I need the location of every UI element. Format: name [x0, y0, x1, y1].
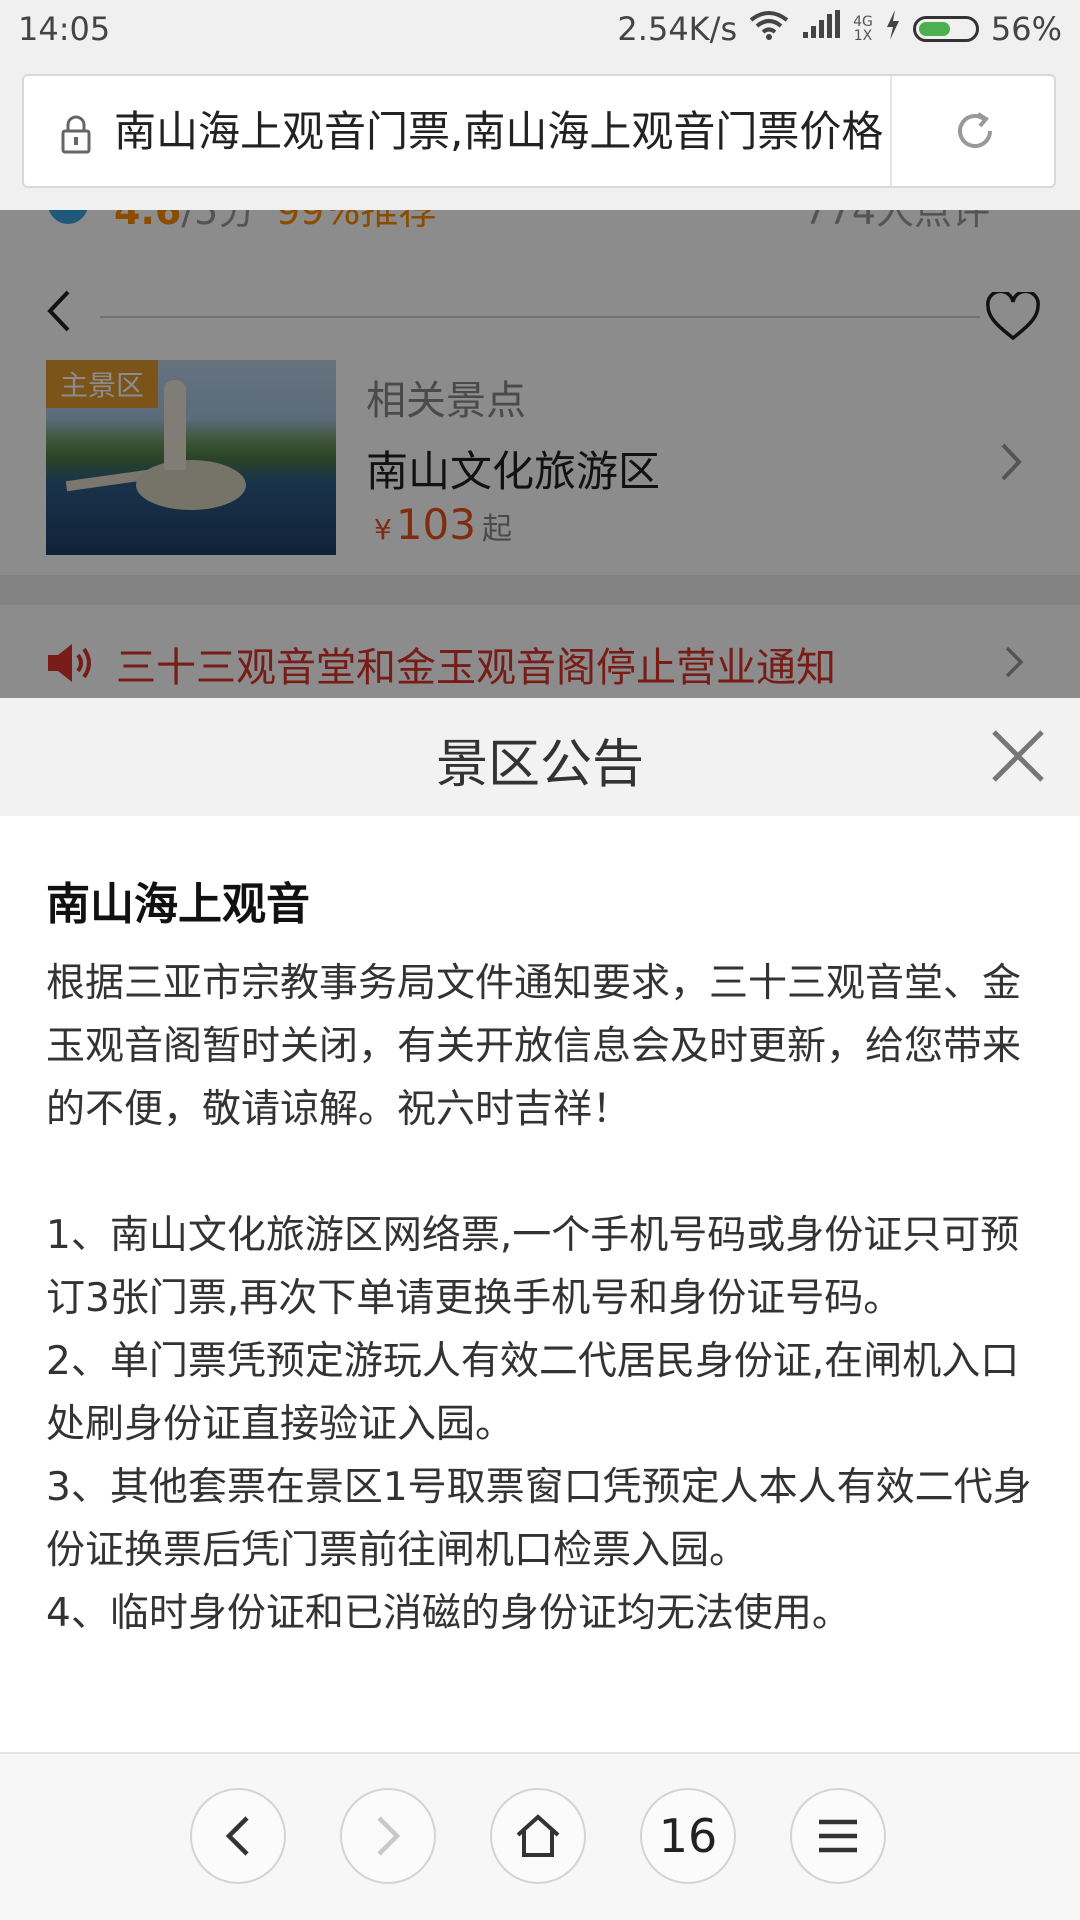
network-speed: 2.54K/s: [617, 10, 738, 48]
battery-icon: [912, 16, 979, 42]
announcement-header: 景区公告: [0, 698, 1080, 816]
url-text[interactable]: 南山海上观音门票,南山海上观音门票价格: [114, 104, 884, 160]
announcement-paragraph: 根据三亚市宗教事务局文件通知要求，三十三观音堂、金玉观音阁暂时关闭，有关开放信息…: [46, 961, 1022, 1132]
network-type: 4G 1X: [853, 14, 873, 44]
chevron-left-icon: [225, 1816, 249, 1856]
status-time: 14:05: [18, 10, 111, 48]
modal-overlay[interactable]: [0, 210, 1080, 698]
chevron-right-icon: [377, 1816, 401, 1856]
home-icon: [516, 1814, 560, 1857]
lock-icon: [60, 114, 92, 158]
signal-icon: [801, 10, 841, 48]
nav-home-button[interactable]: [490, 1788, 586, 1884]
battery-percent: 56%: [990, 10, 1062, 48]
announcement-body: 南山海上观音 根据三亚市宗教事务局文件通知要求，三十三观音堂、金玉观音阁暂时关闭…: [0, 816, 1080, 1752]
nav-menu-button[interactable]: [790, 1788, 886, 1884]
status-bar: 14:05 2.54K/s 4G 1X 56%: [0, 0, 1080, 60]
nav-tabs-button[interactable]: 16: [640, 1788, 736, 1884]
address-divider: [890, 76, 892, 186]
browser-bottom-nav: 16: [0, 1752, 1080, 1920]
announcement-heading: 南山海上观音: [46, 879, 310, 930]
nav-back-button[interactable]: [190, 1788, 286, 1884]
wifi-icon: [749, 10, 789, 48]
announcement-title: 景区公告: [435, 735, 644, 795]
announcement-content: 根据三亚市宗教事务局文件通知要求，三十三观音堂、金玉观音阁暂时关闭，有关开放信息…: [46, 952, 1038, 1645]
announcement-paragraph: 1、南山文化旅游区网络票,一个手机号码或身份证只可预订3张门票,再次下单请更换手…: [46, 1213, 1020, 1321]
address-bar[interactable]: 南山海上观音门票,南山海上观音门票价格: [22, 74, 1056, 188]
charging-icon: [885, 10, 901, 48]
reload-icon[interactable]: [950, 106, 1000, 160]
announcement-paragraph: 2、单门票凭预定游玩人有效二代居民身份证,在闸机入口处刷身份证直接验证入园。: [46, 1339, 1020, 1447]
browser-toolbar: 南山海上观音门票,南山海上观音门票价格: [0, 60, 1080, 210]
announcement-paragraph: 3、其他套票在景区1号取票窗口凭预定人本人有效二代身份证换票后凭门票前往闸机口检…: [46, 1465, 1032, 1573]
status-icons: 2.54K/s 4G 1X 56%: [617, 10, 1062, 48]
announcement-paragraph: 4、临时身份证和已消磁的身份证均无法使用。: [46, 1591, 851, 1636]
tab-count: 16: [658, 1809, 718, 1863]
announcement-spacer: [46, 1141, 1038, 1204]
menu-icon: [819, 1819, 857, 1853]
nav-forward-button[interactable]: [340, 1788, 436, 1884]
close-icon[interactable]: [990, 728, 1046, 788]
